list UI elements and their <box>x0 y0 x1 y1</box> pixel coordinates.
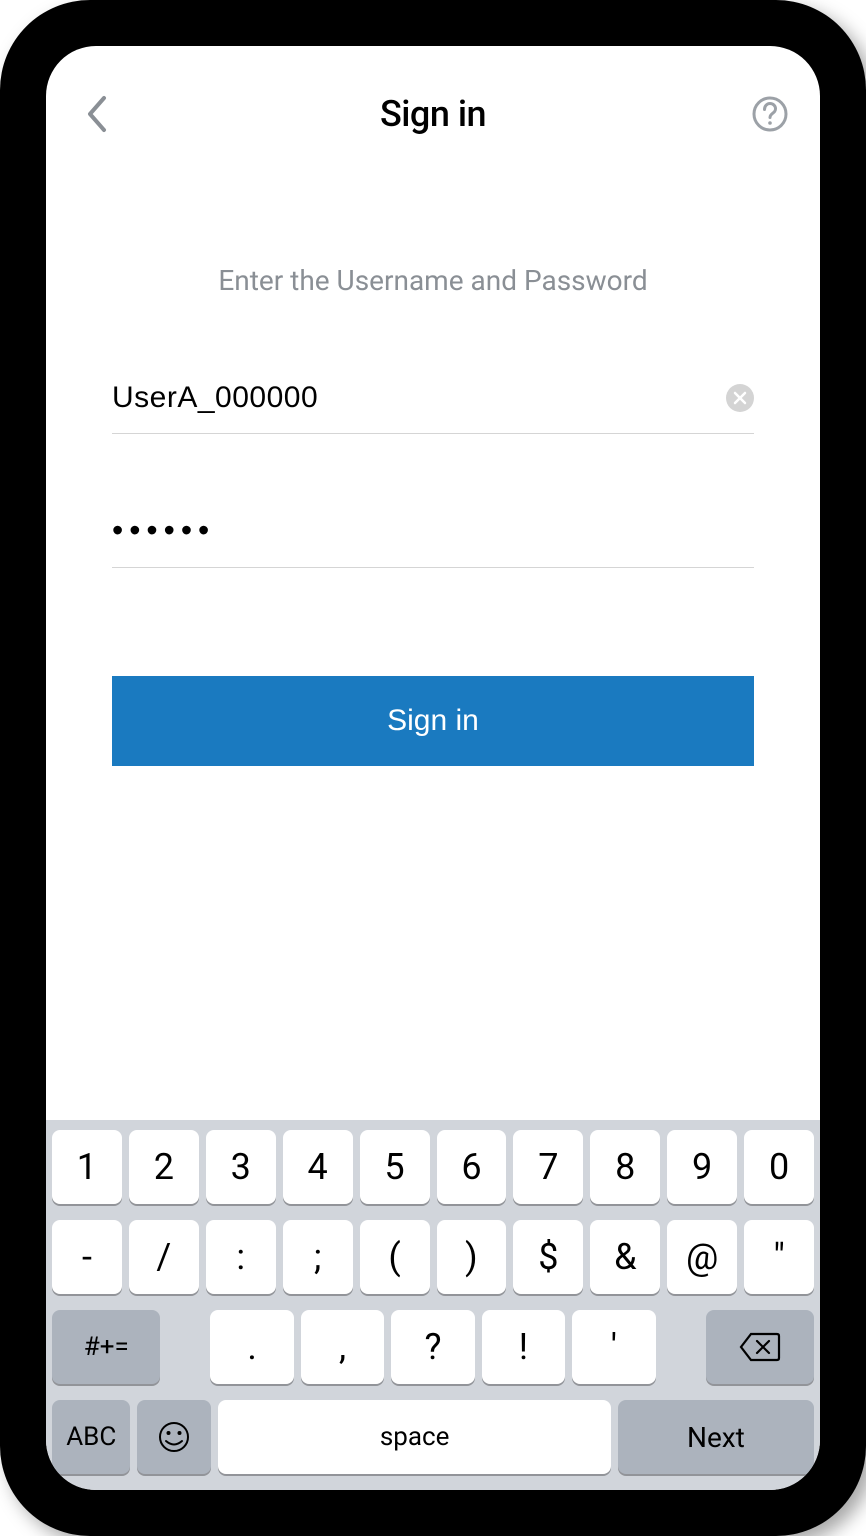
key-emoji[interactable] <box>137 1400 211 1474</box>
username-input[interactable] <box>112 381 726 415</box>
device-frame: Sign in Enter the Username and Password <box>0 0 866 1536</box>
key-comma[interactable]: , <box>301 1310 384 1384</box>
key-rparen[interactable]: ) <box>437 1220 507 1294</box>
backspace-icon <box>739 1332 781 1362</box>
key-1[interactable]: 1 <box>52 1130 122 1204</box>
key-ampersand[interactable]: & <box>590 1220 660 1294</box>
key-9[interactable]: 9 <box>667 1130 737 1204</box>
x-icon <box>733 391 747 405</box>
key-question[interactable]: ? <box>391 1310 474 1384</box>
emoji-icon <box>157 1420 191 1454</box>
key-quote[interactable]: " <box>744 1220 814 1294</box>
key-space[interactable]: space <box>218 1400 610 1474</box>
key-6[interactable]: 6 <box>437 1130 507 1204</box>
key-slash[interactable]: / <box>129 1220 199 1294</box>
keyboard-row-4: ABC space Next <box>52 1400 814 1474</box>
key-apostrophe[interactable]: ' <box>572 1310 655 1384</box>
key-0[interactable]: 0 <box>744 1130 814 1204</box>
back-button[interactable] <box>74 92 118 136</box>
key-at[interactable]: @ <box>667 1220 737 1294</box>
password-field-row <box>112 512 754 568</box>
keyboard-row-2: - / : ; ( ) $ & @ " <box>52 1220 814 1294</box>
key-more-symbols[interactable]: #+= <box>52 1310 160 1384</box>
key-colon[interactable]: : <box>206 1220 276 1294</box>
key-5[interactable]: 5 <box>360 1130 430 1204</box>
keyboard-row-3: #+= . , ? ! ' <box>52 1310 814 1384</box>
key-8[interactable]: 8 <box>590 1130 660 1204</box>
chevron-left-icon <box>84 95 108 133</box>
instruction-text: Enter the Username and Password <box>218 264 647 297</box>
spacer <box>663 1310 699 1384</box>
status-bar <box>46 46 820 74</box>
key-exclaim[interactable]: ! <box>482 1310 565 1384</box>
keyboard: 1 2 3 4 5 6 7 8 9 0 - / : ; ( ) $ & @ <box>46 1120 820 1490</box>
spacer <box>167 1310 203 1384</box>
page-title: Sign in <box>380 93 486 135</box>
key-semicolon[interactable]: ; <box>283 1220 353 1294</box>
content-area: Enter the Username and Password Sign in <box>46 154 820 1120</box>
key-period[interactable]: . <box>210 1310 293 1384</box>
key-7[interactable]: 7 <box>513 1130 583 1204</box>
key-3[interactable]: 3 <box>206 1130 276 1204</box>
key-4[interactable]: 4 <box>283 1130 353 1204</box>
keyboard-row-1: 1 2 3 4 5 6 7 8 9 0 <box>52 1130 814 1204</box>
help-icon <box>751 95 789 133</box>
clear-username-button[interactable] <box>726 384 754 412</box>
screen: Sign in Enter the Username and Password <box>46 46 820 1490</box>
key-lparen[interactable]: ( <box>360 1220 430 1294</box>
key-backspace[interactable] <box>706 1310 814 1384</box>
help-button[interactable] <box>748 92 792 136</box>
username-field-row <box>112 381 754 434</box>
top-bar: Sign in <box>46 74 820 154</box>
key-next[interactable]: Next <box>618 1400 814 1474</box>
password-input[interactable] <box>112 512 754 549</box>
key-dash[interactable]: - <box>52 1220 122 1294</box>
key-2[interactable]: 2 <box>129 1130 199 1204</box>
sign-in-button[interactable]: Sign in <box>112 676 754 766</box>
key-abc[interactable]: ABC <box>52 1400 130 1474</box>
key-dollar[interactable]: $ <box>513 1220 583 1294</box>
